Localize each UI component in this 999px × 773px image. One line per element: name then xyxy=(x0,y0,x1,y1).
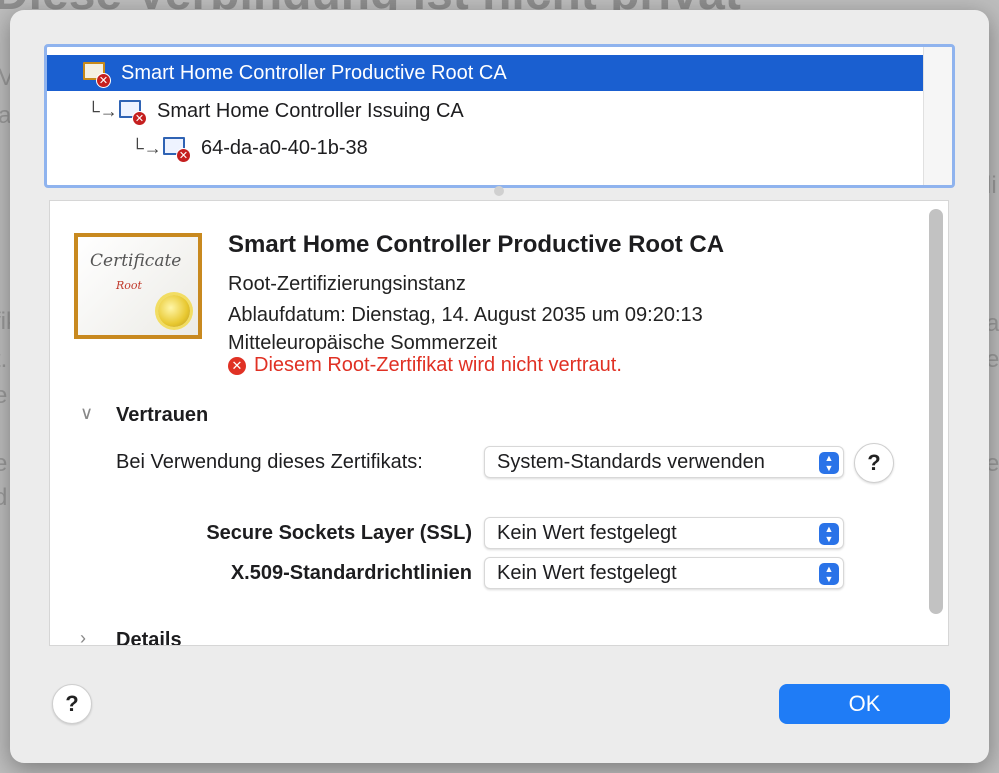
certificate-type: Root-Zertifizierungsinstanz xyxy=(228,273,466,295)
chain-item-label: 64-da-a0-40-1b-38 xyxy=(201,136,368,159)
certificate-image-subtitle: Root xyxy=(116,279,142,292)
background-fragment: t. xyxy=(0,346,8,373)
select-stepper-icon: ▲ ▼ xyxy=(819,563,839,585)
certificate-large-icon: Certificate Root xyxy=(74,233,202,339)
usage-select-value: System-Standards verwenden xyxy=(497,450,765,473)
certificate-title: Smart Home Controller Productive Root CA xyxy=(228,231,725,258)
select-stepper-icon: ▲ ▼ xyxy=(819,452,839,474)
certificate-expiry-timezone: Mitteleuropäische Sommerzeit xyxy=(228,332,497,354)
tree-indent-arrow-icon: └→ xyxy=(87,100,118,121)
certificate-untrusted-icon: ✕ xyxy=(83,61,111,88)
chain-item-label: Smart Home Controller Productive Root CA xyxy=(121,61,507,84)
chevron-down-icon[interactable]: ∨ xyxy=(80,403,93,424)
trust-warning: ✕ Diesem Root-Zertifikat wird nicht vert… xyxy=(228,354,622,377)
trust-warning-text: Diesem Root-Zertifikat wird nicht vertra… xyxy=(254,354,622,376)
x509-select-value: Kein Wert festgelegt xyxy=(497,561,677,584)
x509-label: X.509-Standardrichtlinien xyxy=(230,562,472,584)
certificate-seal-icon xyxy=(158,295,190,327)
ssl-select-value: Kein Wert festgelegt xyxy=(497,521,677,544)
split-view-handle[interactable] xyxy=(494,186,504,196)
select-stepper-icon: ▲ ▼ xyxy=(819,523,839,545)
details-section-toggle[interactable]: Details xyxy=(116,629,182,645)
detail-scrollbar[interactable] xyxy=(929,209,943,614)
background-fragment: e xyxy=(0,450,8,477)
ok-button[interactable]: OK xyxy=(779,684,950,724)
ssl-label: Secure Sockets Layer (SSL) xyxy=(206,522,472,544)
certificate-image-title: Certificate xyxy=(90,251,182,271)
x509-select[interactable]: Kein Wert festgelegt ▲ ▼ xyxy=(484,557,844,589)
chevron-right-icon[interactable]: › xyxy=(80,628,86,645)
trust-section-toggle[interactable]: Vertrauen xyxy=(116,404,208,427)
certificate-untrusted-icon: ✕ xyxy=(119,99,147,126)
chain-item-leaf[interactable]: └→ ✕ 64-da-a0-40-1b-38 xyxy=(47,130,952,166)
chain-scroll-track xyxy=(923,47,952,185)
chain-item-issuing[interactable]: └→ ✕ Smart Home Controller Issuing CA xyxy=(47,93,952,129)
dialog-help-button[interactable]: ? xyxy=(52,684,92,724)
ssl-select[interactable]: Kein Wert festgelegt ▲ ▼ xyxy=(484,517,844,549)
certificate-dialog: ✕ Smart Home Controller Productive Root … xyxy=(10,10,989,763)
chain-item-root[interactable]: ✕ Smart Home Controller Productive Root … xyxy=(47,55,923,91)
background-fragment: d xyxy=(0,484,8,511)
usage-label: Bei Verwendung dieses Zertifikats: xyxy=(116,451,423,473)
chain-item-label: Smart Home Controller Issuing CA xyxy=(157,99,464,122)
certificate-detail-panel[interactable]: Certificate Root Smart Home Controller P… xyxy=(49,200,949,646)
usage-select[interactable]: System-Standards verwenden ▲ ▼ xyxy=(484,446,844,478)
certificate-chain-list[interactable]: ✕ Smart Home Controller Productive Root … xyxy=(44,44,955,188)
certificate-expiry: Ablaufdatum: Dienstag, 14. August 2035 u… xyxy=(228,304,703,326)
tree-indent-arrow-icon: └→ xyxy=(131,137,162,158)
certificate-untrusted-icon: ✕ xyxy=(163,136,191,163)
error-circle-icon: ✕ xyxy=(228,356,246,375)
background-fragment: e xyxy=(0,382,8,409)
trust-help-button[interactable]: ? xyxy=(854,443,894,483)
